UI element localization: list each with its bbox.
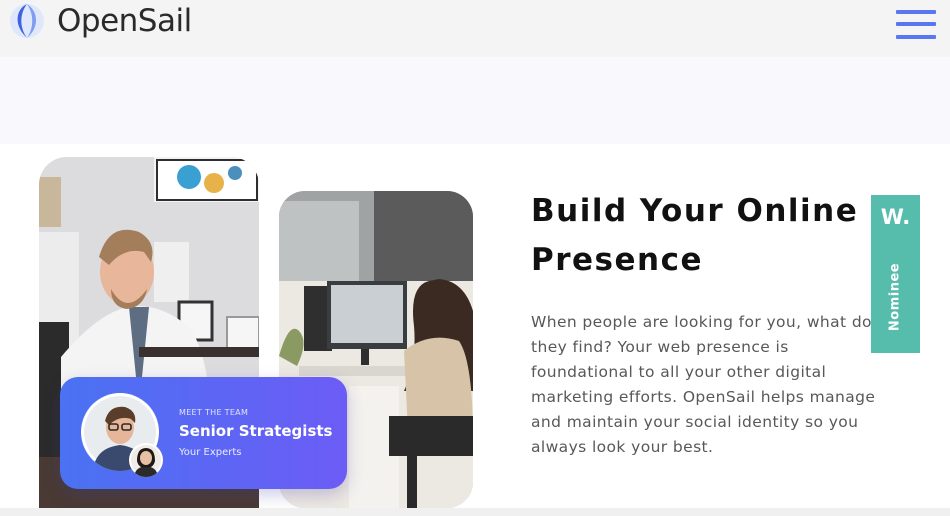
brand-logo[interactable]: OpenSail [7, 1, 192, 41]
card-kicker: MEET THE TEAM [179, 408, 249, 417]
card-subtitle: Your Experts [179, 447, 242, 458]
meet-the-team-card[interactable]: MEET THE TEAM Senior Strategists Your Ex… [60, 377, 347, 489]
hamburger-menu-button[interactable] [896, 10, 936, 42]
sail-swirl-logo-icon [10, 4, 44, 38]
badge-letter: W. [880, 205, 911, 229]
hero-title: Build Your Online Presence [531, 193, 859, 278]
hero-band [0, 57, 950, 144]
menu-bar-icon [896, 22, 936, 26]
card-title: Senior Strategists [179, 422, 333, 440]
strategist-avatar-secondary [129, 443, 163, 477]
hero-body-text: When people are looking for you, what do… [531, 313, 876, 456]
badge-label: Nominee [887, 262, 903, 332]
menu-bar-icon [896, 35, 936, 39]
site-header: OpenSail [0, 0, 950, 57]
brand-name: OpenSail [57, 3, 192, 39]
section-divider [0, 508, 950, 516]
menu-bar-icon [896, 10, 936, 14]
awwwards-nominee-badge[interactable]: W. Nominee [871, 195, 920, 353]
